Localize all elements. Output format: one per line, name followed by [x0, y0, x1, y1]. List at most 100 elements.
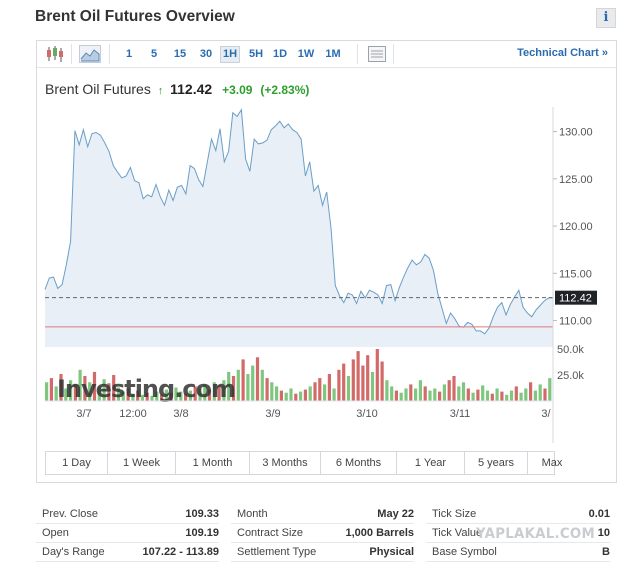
range-1-week[interactable]: 1 Week	[108, 452, 176, 474]
volume-bar	[461, 382, 466, 401]
x-tick-label: 3/7	[76, 408, 91, 420]
stat-label: Tick Size	[432, 508, 477, 520]
stat-value: 107.22 - 113.89	[142, 546, 219, 558]
price-change-percent: (+2.83%)	[260, 83, 310, 97]
row-divider	[231, 542, 414, 543]
volume-bar	[351, 359, 355, 401]
volume-bar	[299, 391, 303, 401]
volume-bar	[466, 388, 470, 401]
last-price: 112.42	[170, 81, 213, 97]
timeframe-5[interactable]: 5	[147, 46, 161, 63]
volume-tick-label: 50.0k	[557, 344, 584, 356]
quote-header: Brent Oil Futures ↑ 112.42 +3.09 (+2.83%…	[45, 81, 309, 97]
range-1-day[interactable]: 1 Day	[46, 452, 108, 474]
volume-bar	[390, 386, 394, 401]
site-watermark: YAPLAKAL.COM	[476, 526, 596, 542]
volume-bar	[394, 390, 398, 401]
row-divider	[36, 542, 219, 543]
volume-bar	[284, 392, 288, 401]
row-divider	[231, 523, 414, 524]
y-tick-label: 125.00	[559, 174, 593, 186]
volume-bar	[251, 365, 255, 401]
stat-label: Base Symbol	[432, 546, 497, 558]
volume-bar	[241, 359, 245, 401]
candlestick-chart-icon[interactable]	[45, 45, 65, 63]
area-chart-icon[interactable]	[79, 45, 101, 63]
stat-value: 109.33	[185, 508, 219, 520]
volume-bar	[481, 385, 485, 401]
x-tick-label: 3/10	[356, 408, 377, 420]
volume-bar	[423, 386, 427, 401]
volume-bar	[385, 380, 389, 401]
stat-value: 109.19	[185, 527, 219, 539]
volume-bar	[471, 392, 475, 401]
volume-bar	[505, 394, 509, 401]
volume-bar	[361, 365, 365, 401]
volume-tick-label: 25.0k	[557, 370, 584, 382]
volume-bar	[308, 386, 312, 401]
volume-bar	[337, 369, 341, 401]
volume-bar	[49, 378, 53, 401]
volume-bar	[366, 355, 370, 401]
volume-bar	[543, 388, 547, 401]
volume-bar	[529, 382, 533, 401]
timeframe-5h[interactable]: 5H	[246, 46, 266, 63]
info-icon[interactable]: i	[596, 8, 616, 28]
volume-bar	[303, 389, 307, 401]
x-tick-label: 12:00	[119, 408, 147, 420]
stat-value: B	[602, 546, 610, 558]
timeframe-30[interactable]: 30	[196, 46, 216, 63]
volume-bar	[380, 361, 384, 401]
investing-logo: Investing.com	[57, 375, 235, 403]
volume-bar	[442, 384, 446, 401]
row-divider	[231, 561, 414, 562]
volume-bar	[495, 388, 499, 401]
range-5-years[interactable]: 5 years	[465, 452, 528, 474]
timeframe-1m[interactable]: 1M	[322, 46, 344, 63]
volume-bar	[409, 384, 413, 401]
stat-label: Month	[237, 508, 268, 520]
stat-value: Physical	[369, 546, 414, 558]
volume-bar	[533, 390, 537, 401]
range-1-year[interactable]: 1 Year	[397, 452, 465, 474]
volume-bar	[438, 391, 442, 401]
range-1-month[interactable]: 1 Month	[176, 452, 250, 474]
volume-bar	[294, 393, 298, 401]
volume-bar	[318, 378, 322, 401]
technical-chart-link[interactable]: Technical Chart »	[517, 47, 608, 59]
timeframe-15[interactable]: 15	[170, 46, 190, 63]
up-arrow-icon: ↑	[157, 85, 164, 97]
volume-bar	[289, 388, 293, 401]
volume-bar	[45, 382, 49, 401]
volume-bar	[327, 374, 331, 401]
chart-panel: 1 5 15 30 1H 5H 1D 1W 1M Technical Chart » Brent…	[36, 40, 617, 483]
timeframe-1d[interactable]: 1D	[271, 46, 289, 63]
volume-bar	[313, 382, 317, 401]
volume-bar	[255, 357, 260, 401]
stat-label: Prev. Close	[42, 508, 99, 520]
volume-bar	[323, 384, 327, 401]
volume-bar	[500, 391, 504, 401]
range-6-months[interactable]: 6 Months	[321, 452, 397, 474]
volume-bar	[236, 369, 240, 401]
volume-bar	[260, 369, 264, 401]
stat-label: Settlement Type	[237, 546, 317, 558]
volume-bar	[476, 389, 480, 401]
timeframe-1h[interactable]: 1H	[220, 46, 240, 63]
settings-grid-icon[interactable]	[367, 45, 387, 63]
range-selector: 1 Day 1 Week 1 Month 3 Months 6 Months 1 Year…	[45, 451, 562, 475]
price-chart[interactable]: 130.00 125.00 120.00 115.00 110.00 112.42 50.0…	[37, 107, 616, 447]
chart-toolbar: 1 5 15 30 1H 5H 1D 1W 1M Technical Chart »	[37, 41, 616, 68]
y-tick-label: 115.00	[559, 268, 592, 280]
volume-bar	[514, 386, 518, 401]
volume-bar	[270, 382, 274, 401]
timeframe-1w[interactable]: 1W	[295, 46, 317, 63]
range-max[interactable]: Max	[528, 452, 576, 474]
range-3-months[interactable]: 3 Months	[250, 452, 321, 474]
x-tick-label: 3/8	[173, 408, 188, 420]
stat-label: Tick Value	[432, 527, 483, 539]
timeframe-1[interactable]: 1	[122, 46, 136, 63]
volume-bar	[509, 390, 514, 401]
x-tick-label: 3/9	[265, 408, 280, 420]
stat-label: Contract Size	[237, 527, 304, 539]
